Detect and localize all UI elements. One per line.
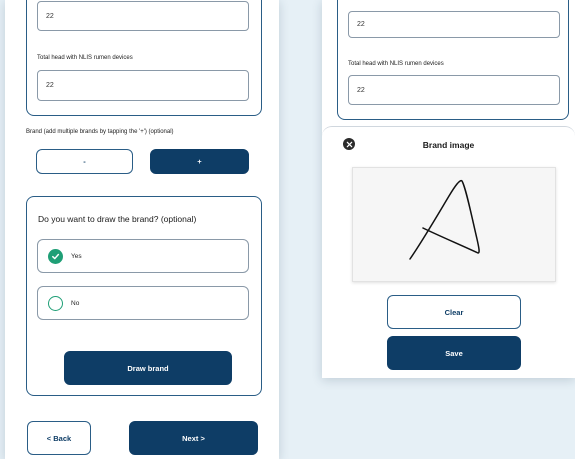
nlis-field-label: Total head with NLIS rumen devices — [37, 55, 133, 61]
nlis-count-field[interactable]: 22 — [37, 70, 249, 101]
brand-drawing — [409, 179, 480, 260]
drawing-canvas[interactable] — [352, 167, 556, 282]
checkmark-icon — [52, 253, 60, 260]
livestock-counts-card: 22 Total head with NLIS rumen devices 22 — [26, 0, 262, 116]
nlis-count-field-right[interactable]: 22 — [348, 75, 560, 105]
form-screen-right: 22 Total head with NLIS rumen devices 22… — [322, 0, 575, 378]
draw-brand-card: Do you want to draw the brand? (optional… — [26, 196, 262, 396]
modal-title: Brand image — [422, 140, 475, 150]
draw-brand-question: Do you want to draw the brand? (optional… — [38, 214, 197, 224]
nlis-field-label-right: Total head with NLIS rumen devices — [348, 61, 444, 67]
option-yes[interactable]: Yes — [37, 239, 249, 273]
option-yes-label: Yes — [71, 253, 82, 260]
livestock-counts-card-right: 22 Total head with NLIS rumen devices 22 — [337, 0, 569, 120]
radio-yes-checked[interactable] — [48, 249, 63, 264]
brand-label: Brand (add multiple brands by tapping th… — [26, 129, 174, 135]
top-count-field-right[interactable]: 22 — [348, 11, 560, 38]
top-count-field[interactable]: 22 — [37, 1, 249, 31]
radio-no-empty[interactable] — [48, 296, 63, 311]
remove-brand-button[interactable]: - — [36, 149, 133, 174]
brand-image-modal: Brand image Clear Save — [322, 126, 575, 378]
option-no[interactable]: No — [37, 286, 249, 320]
draw-brand-button[interactable]: Draw brand — [64, 351, 232, 385]
form-screen-left: 22 Total head with NLIS rumen devices 22… — [5, 0, 279, 459]
next-button[interactable]: Next > — [129, 421, 258, 455]
option-no-label: No — [71, 300, 80, 307]
clear-button[interactable]: Clear — [387, 295, 521, 329]
add-brand-button[interactable]: + — [150, 149, 249, 174]
save-button[interactable]: Save — [387, 336, 521, 370]
back-button[interactable]: < Back — [27, 421, 91, 455]
